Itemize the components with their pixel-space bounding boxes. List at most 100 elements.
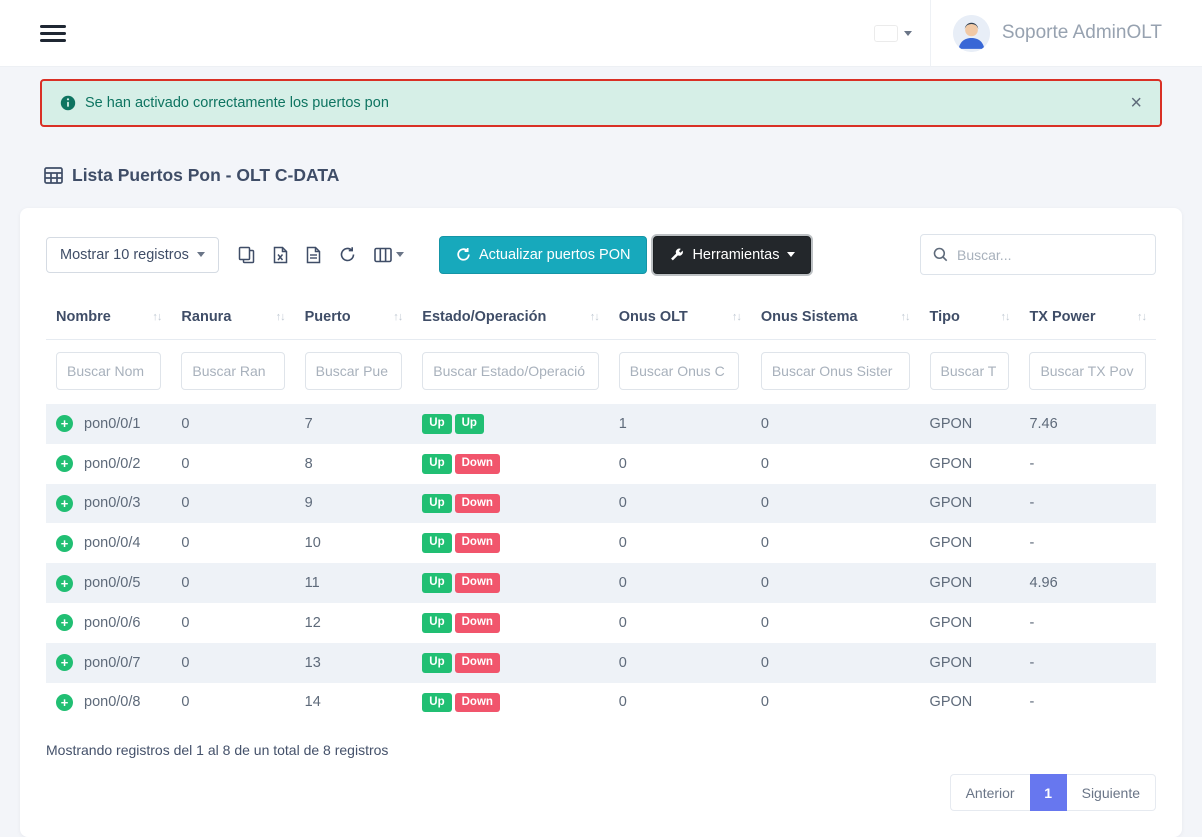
cell-tipo: GPON bbox=[920, 444, 1020, 484]
cell-tipo: GPON bbox=[920, 603, 1020, 643]
filter-input-nombre[interactable] bbox=[56, 352, 161, 390]
status-badge-up: Up bbox=[422, 454, 451, 474]
table-row: +pon0/0/8014UpDown00GPON- bbox=[46, 683, 1156, 723]
cell-estado-operacion: UpDown bbox=[412, 523, 608, 563]
column-label: Onus OLT bbox=[619, 309, 688, 325]
column-header-onus_sistema[interactable]: Onus Sistema↑↓ bbox=[751, 301, 920, 340]
table-row: +pon0/0/309UpDown00GPON- bbox=[46, 484, 1156, 524]
export-buttons-group bbox=[229, 239, 413, 271]
filter-cell-onus_olt bbox=[609, 340, 751, 405]
cell-puerto: 11 bbox=[295, 563, 413, 603]
column-header-tx_power[interactable]: TX Power ↑↓ bbox=[1019, 301, 1156, 340]
filter-input-tx_power[interactable] bbox=[1029, 352, 1146, 390]
sort-icon[interactable]: ↑↓ bbox=[732, 311, 741, 323]
sort-icon[interactable]: ↑↓ bbox=[276, 311, 285, 323]
sort-icon[interactable]: ↑↓ bbox=[590, 311, 599, 323]
cell-estado-operacion: UpUp bbox=[412, 404, 608, 444]
column-header-tipo[interactable]: Tipo ↑↓ bbox=[920, 301, 1020, 340]
column-header-nombre[interactable]: Nombre ↑↓ bbox=[46, 301, 171, 340]
filter-input-tipo[interactable] bbox=[930, 352, 1010, 390]
pagination-previous-button[interactable]: Anterior bbox=[950, 774, 1030, 811]
sort-icon[interactable]: ↑↓ bbox=[1137, 311, 1146, 323]
cell-estado-operacion: UpDown bbox=[412, 643, 608, 683]
copy-button[interactable] bbox=[229, 239, 264, 271]
menu-toggle-icon[interactable] bbox=[40, 21, 66, 46]
column-header-puerto[interactable]: Puerto ↑↓ bbox=[295, 301, 413, 340]
column-header-estado[interactable]: Estado/Operación↑↓ bbox=[412, 301, 608, 340]
column-label: TX Power bbox=[1029, 309, 1095, 325]
info-icon bbox=[60, 95, 76, 111]
expand-row-icon[interactable]: + bbox=[56, 535, 73, 552]
cell-ranura: 0 bbox=[171, 643, 294, 683]
status-badge-up: Up bbox=[422, 613, 451, 633]
wrench-icon bbox=[669, 247, 684, 262]
port-name: pon0/0/1 bbox=[84, 416, 140, 432]
alert-close-button[interactable]: × bbox=[1130, 93, 1142, 113]
filter-input-estado[interactable] bbox=[422, 352, 598, 390]
sort-icon[interactable]: ↑↓ bbox=[393, 311, 402, 323]
status-badge-down: Down bbox=[455, 613, 500, 633]
cell-nombre: +pon0/0/7 bbox=[46, 643, 171, 683]
filter-input-ranura[interactable] bbox=[181, 352, 284, 390]
status-badge-up: Up bbox=[422, 693, 451, 713]
table-body: +pon0/0/107UpUp10GPON7.46+pon0/0/208UpDo… bbox=[46, 404, 1156, 722]
expand-row-icon[interactable]: + bbox=[56, 614, 73, 631]
pagination-next-button[interactable]: Siguiente bbox=[1067, 774, 1156, 811]
port-name: pon0/0/4 bbox=[84, 535, 140, 551]
status-badge-up: Up bbox=[455, 414, 484, 434]
column-label: Tipo bbox=[930, 309, 960, 325]
chevron-down-icon bbox=[787, 252, 795, 257]
cell-onus-olt: 0 bbox=[609, 683, 751, 723]
chevron-down-icon bbox=[396, 252, 404, 257]
cell-onus-sistema: 0 bbox=[751, 683, 920, 723]
cell-onus-sistema: 0 bbox=[751, 563, 920, 603]
cell-onus-sistema: 0 bbox=[751, 643, 920, 683]
file-export-button[interactable] bbox=[297, 239, 330, 271]
port-name: pon0/0/3 bbox=[84, 495, 140, 511]
cell-puerto: 7 bbox=[295, 404, 413, 444]
page-title: Lista Puertos Pon - OLT C-DATA bbox=[44, 165, 1202, 186]
table-icon bbox=[44, 167, 63, 184]
tools-dropdown-button[interactable]: Herramientas bbox=[653, 236, 811, 274]
filter-input-onus_sistema[interactable] bbox=[761, 352, 910, 390]
copy-icon bbox=[238, 246, 255, 264]
sort-icon[interactable]: ↑↓ bbox=[901, 311, 910, 323]
search-input[interactable] bbox=[957, 247, 1143, 263]
user-menu[interactable]: Soporte AdminOLT bbox=[931, 15, 1162, 52]
filter-input-onus_olt[interactable] bbox=[619, 352, 739, 390]
expand-row-icon[interactable]: + bbox=[56, 495, 73, 512]
language-selector[interactable] bbox=[857, 26, 930, 41]
records-per-page-dropdown[interactable]: Mostrar 10 registros bbox=[46, 237, 219, 273]
expand-row-icon[interactable]: + bbox=[56, 575, 73, 592]
cell-tx-power: 4.96 bbox=[1019, 563, 1156, 603]
pagination-page-1-button[interactable]: 1 bbox=[1030, 774, 1067, 811]
column-visibility-button[interactable] bbox=[365, 240, 413, 270]
avatar bbox=[953, 15, 990, 52]
column-label: Nombre bbox=[56, 309, 111, 325]
expand-row-icon[interactable]: + bbox=[56, 455, 73, 472]
cell-tipo: GPON bbox=[920, 404, 1020, 444]
update-pon-ports-button[interactable]: Actualizar puertos PON bbox=[439, 236, 648, 274]
cell-onus-sistema: 0 bbox=[751, 444, 920, 484]
filter-input-puerto[interactable] bbox=[305, 352, 403, 390]
cell-onus-olt: 0 bbox=[609, 523, 751, 563]
column-label: Puerto bbox=[305, 309, 351, 325]
cell-puerto: 13 bbox=[295, 643, 413, 683]
cell-ranura: 0 bbox=[171, 683, 294, 723]
sort-icon[interactable]: ↑↓ bbox=[1000, 311, 1009, 323]
expand-row-icon[interactable]: + bbox=[56, 694, 73, 711]
cell-onus-olt: 0 bbox=[609, 563, 751, 603]
cell-tx-power: - bbox=[1019, 603, 1156, 643]
status-badge-down: Down bbox=[455, 494, 500, 514]
table-toolbar: Mostrar 10 registros bbox=[46, 234, 1156, 275]
expand-row-icon[interactable]: + bbox=[56, 415, 73, 432]
excel-export-button[interactable] bbox=[264, 239, 297, 271]
pon-ports-table: Nombre↑↓Ranura↑↓Puerto↑↓Estado/Operación… bbox=[46, 301, 1156, 722]
cell-estado-operacion: UpDown bbox=[412, 683, 608, 723]
sort-icon[interactable]: ↑↓ bbox=[152, 311, 161, 323]
cell-ranura: 0 bbox=[171, 563, 294, 603]
column-header-ranura[interactable]: Ranura↑↓ bbox=[171, 301, 294, 340]
reload-table-button[interactable] bbox=[330, 239, 365, 270]
expand-row-icon[interactable]: + bbox=[56, 654, 73, 671]
column-header-onus_olt[interactable]: Onus OLT ↑↓ bbox=[609, 301, 751, 340]
